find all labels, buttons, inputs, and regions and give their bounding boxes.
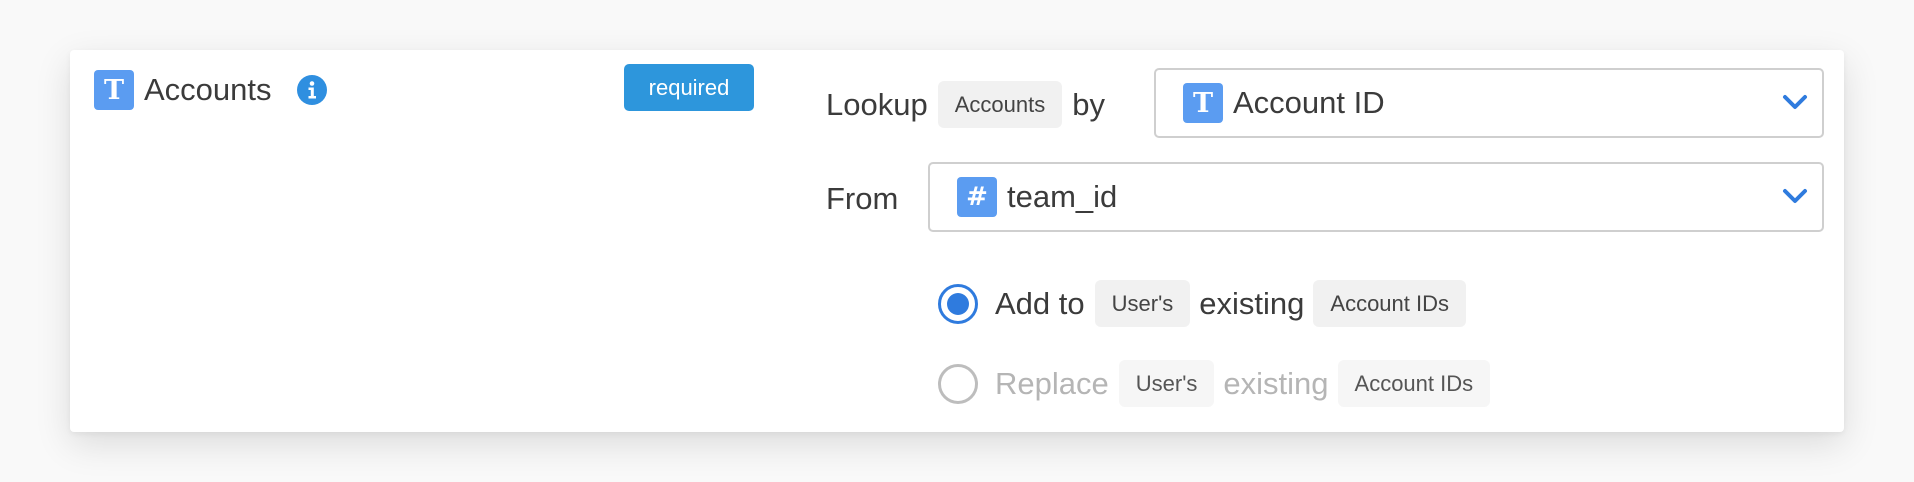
type-icon-glyph: T <box>1192 87 1214 119</box>
chevron-down-icon[interactable] <box>1782 93 1808 111</box>
option-verb: Replace <box>995 365 1109 401</box>
from-field-select[interactable]: # team_id <box>928 162 1824 232</box>
from-select-value: team_id <box>1007 179 1118 214</box>
option-target-chip: Account IDs <box>1337 360 1491 407</box>
field-name: Accounts <box>144 72 272 107</box>
text-type-icon: T <box>1183 83 1223 123</box>
number-type-icon: # <box>957 177 997 217</box>
lookup-row: Lookup Accounts by <box>826 81 1105 128</box>
lookup-select-value: Account ID <box>1233 85 1385 120</box>
radio-selected-icon[interactable] <box>938 283 978 324</box>
option-verb: Add to <box>995 285 1085 321</box>
from-label: From <box>826 181 899 216</box>
radio-unselected-icon[interactable] <box>938 363 978 404</box>
option-add-to[interactable]: Add to User's existing Account IDs <box>938 280 1466 327</box>
option-subject-chip: User's <box>1118 360 1215 407</box>
lookup-object-chip: Accounts <box>937 81 1063 128</box>
required-badge: required <box>624 64 754 111</box>
option-middle-label: existing <box>1199 285 1305 321</box>
option-replace[interactable]: Replace User's existing Account IDs <box>938 360 1491 407</box>
field-mapping-card: T Accounts required Lookup Accounts by T… <box>70 50 1844 432</box>
option-middle-label: existing <box>1223 365 1329 401</box>
chevron-down-icon[interactable] <box>1782 187 1808 205</box>
field-header: T Accounts <box>94 70 327 110</box>
type-icon-glyph: # <box>966 182 988 212</box>
from-row: From <box>826 164 898 234</box>
lookup-by-label: by <box>1072 86 1105 122</box>
lookup-field-select[interactable]: T Account ID <box>1154 68 1824 138</box>
text-type-icon: T <box>94 70 134 110</box>
option-subject-chip: User's <box>1094 280 1191 327</box>
lookup-label: Lookup <box>826 86 928 122</box>
info-icon[interactable] <box>296 75 327 105</box>
option-target-chip: Account IDs <box>1313 280 1466 327</box>
type-icon-glyph: T <box>103 74 125 106</box>
